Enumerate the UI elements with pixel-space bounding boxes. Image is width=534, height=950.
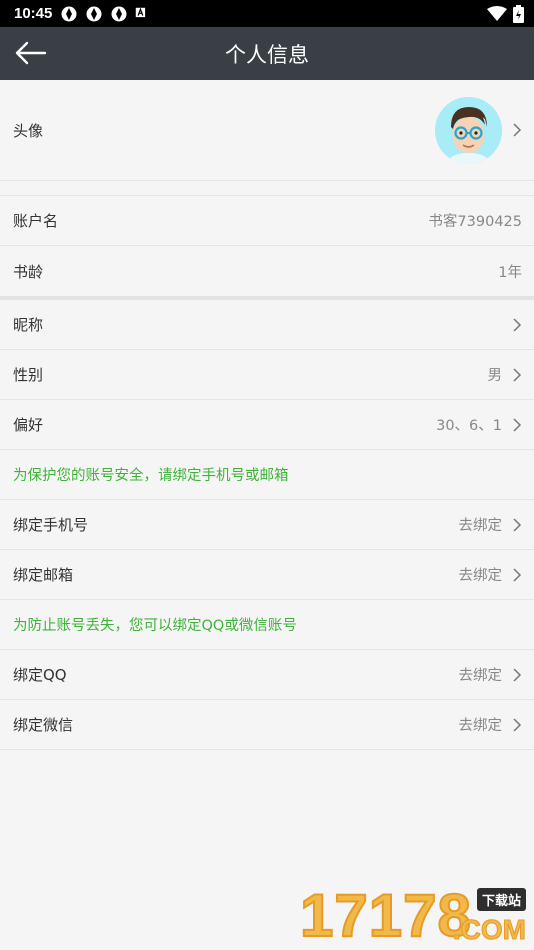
nickname-row[interactable]: 昵称 xyxy=(0,300,534,350)
chevron-right-icon xyxy=(513,717,522,732)
bind-email-row[interactable]: 绑定邮箱 去绑定 xyxy=(0,550,534,600)
nickname-label: 昵称 xyxy=(13,316,44,334)
settings-sync-icon-3 xyxy=(111,6,127,21)
reading-age-row: 书龄 1年 xyxy=(0,246,534,296)
chevron-right-icon xyxy=(513,367,522,382)
app-header: 个人信息 xyxy=(0,27,534,80)
reading-age-label: 书龄 xyxy=(13,262,44,281)
security-notice: 为保护您的账号安全，请绑定手机号或邮箱 xyxy=(0,450,534,500)
chevron-right-icon xyxy=(513,667,522,682)
reading-age-value: 1年 xyxy=(498,264,522,281)
account-label: 账户名 xyxy=(13,212,59,230)
bind-email-label: 绑定邮箱 xyxy=(13,566,74,584)
account-loss-notice: 为防止账号丢失，您可以绑定QQ或微信账号 xyxy=(0,600,534,650)
chevron-right-icon xyxy=(513,517,522,532)
bind-qq-value: 去绑定 xyxy=(458,668,503,684)
bind-qq-row[interactable]: 绑定QQ 去绑定 xyxy=(0,650,534,700)
watermark-badge: 下载站 xyxy=(476,888,526,911)
chevron-right-icon xyxy=(513,417,522,432)
status-bar: 10:45 xyxy=(0,0,534,27)
chevron-right-icon xyxy=(513,567,522,582)
preference-row[interactable]: 偏好 30、6、1 xyxy=(0,400,534,450)
bind-wechat-row[interactable]: 绑定微信 去绑定 xyxy=(0,700,534,750)
bind-email-value: 去绑定 xyxy=(458,568,503,584)
account-value: 书客7390425 xyxy=(428,214,522,230)
avatar[interactable] xyxy=(435,96,502,164)
battery-icon xyxy=(513,4,524,23)
bind-qq-label: 绑定QQ xyxy=(13,666,67,684)
wifi-icon xyxy=(487,5,507,21)
bind-wechat-label: 绑定微信 xyxy=(13,716,74,734)
spacer xyxy=(0,181,534,196)
watermark-logo: 17178 下载站 .COM xyxy=(299,881,530,950)
avatar-label: 头像 xyxy=(13,121,44,140)
back-arrow-icon[interactable] xyxy=(14,39,48,67)
bind-wechat-value: 去绑定 xyxy=(458,718,503,734)
page-title: 个人信息 xyxy=(225,42,309,67)
bind-phone-label: 绑定手机号 xyxy=(13,516,89,534)
settings-sync-icon xyxy=(61,6,77,21)
account-row: 账户名 书客7390425 xyxy=(0,196,534,246)
gender-row[interactable]: 性别 男 xyxy=(0,350,534,400)
settings-sync-icon-2 xyxy=(86,6,102,21)
avatar-row[interactable]: 头像 xyxy=(0,80,534,181)
status-time: 10:45 xyxy=(14,5,53,22)
chevron-right-icon xyxy=(513,317,522,332)
notification-a-icon xyxy=(136,7,146,17)
avatar-face-icon xyxy=(435,96,502,164)
watermark-digits: 17178 xyxy=(299,881,472,950)
preference-label: 偏好 xyxy=(13,416,44,434)
bind-phone-row[interactable]: 绑定手机号 去绑定 xyxy=(0,500,534,550)
gender-value: 男 xyxy=(487,368,503,384)
preference-value: 30、6、1 xyxy=(436,418,502,434)
chevron-right-icon xyxy=(513,123,522,137)
gender-label: 性别 xyxy=(13,366,44,384)
watermark-suffix: .COM xyxy=(452,914,526,946)
bind-phone-value: 去绑定 xyxy=(458,518,503,534)
